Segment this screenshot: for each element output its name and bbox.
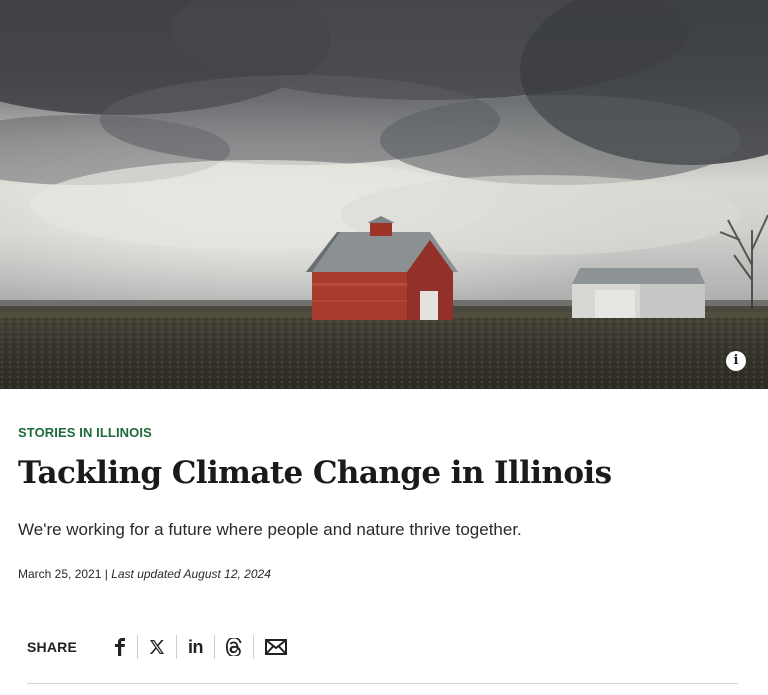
publish-date: March 25, 2021 [18, 567, 102, 581]
share-bar: SHARE in [27, 632, 298, 662]
threads-icon [226, 638, 242, 656]
facebook-icon [115, 638, 126, 656]
email-icon [265, 639, 288, 655]
date-separator: | [101, 567, 112, 581]
hero-image: i [0, 0, 768, 389]
page-subtitle: We're working for a future where people … [18, 520, 522, 539]
hero-photo-barn-field [0, 0, 768, 389]
last-updated: Last updated August 12, 2024 [111, 567, 271, 581]
category-eyebrow-link[interactable]: STORIES IN ILLINOIS [18, 425, 152, 440]
share-label: SHARE [27, 639, 78, 655]
x-icon [149, 640, 165, 654]
threads-share-button[interactable] [215, 634, 253, 660]
facebook-share-button[interactable] [103, 634, 137, 660]
linkedin-icon: in [188, 636, 204, 657]
page-title: Tackling Climate Change in Illinois [18, 455, 612, 491]
dateline: March 25, 2021 | Last updated August 12,… [18, 567, 271, 581]
email-share-button[interactable] [254, 634, 298, 660]
linkedin-share-button[interactable]: in [177, 634, 214, 660]
info-icon[interactable]: i [726, 351, 746, 371]
x-share-button[interactable] [138, 634, 176, 660]
divider [27, 683, 738, 684]
